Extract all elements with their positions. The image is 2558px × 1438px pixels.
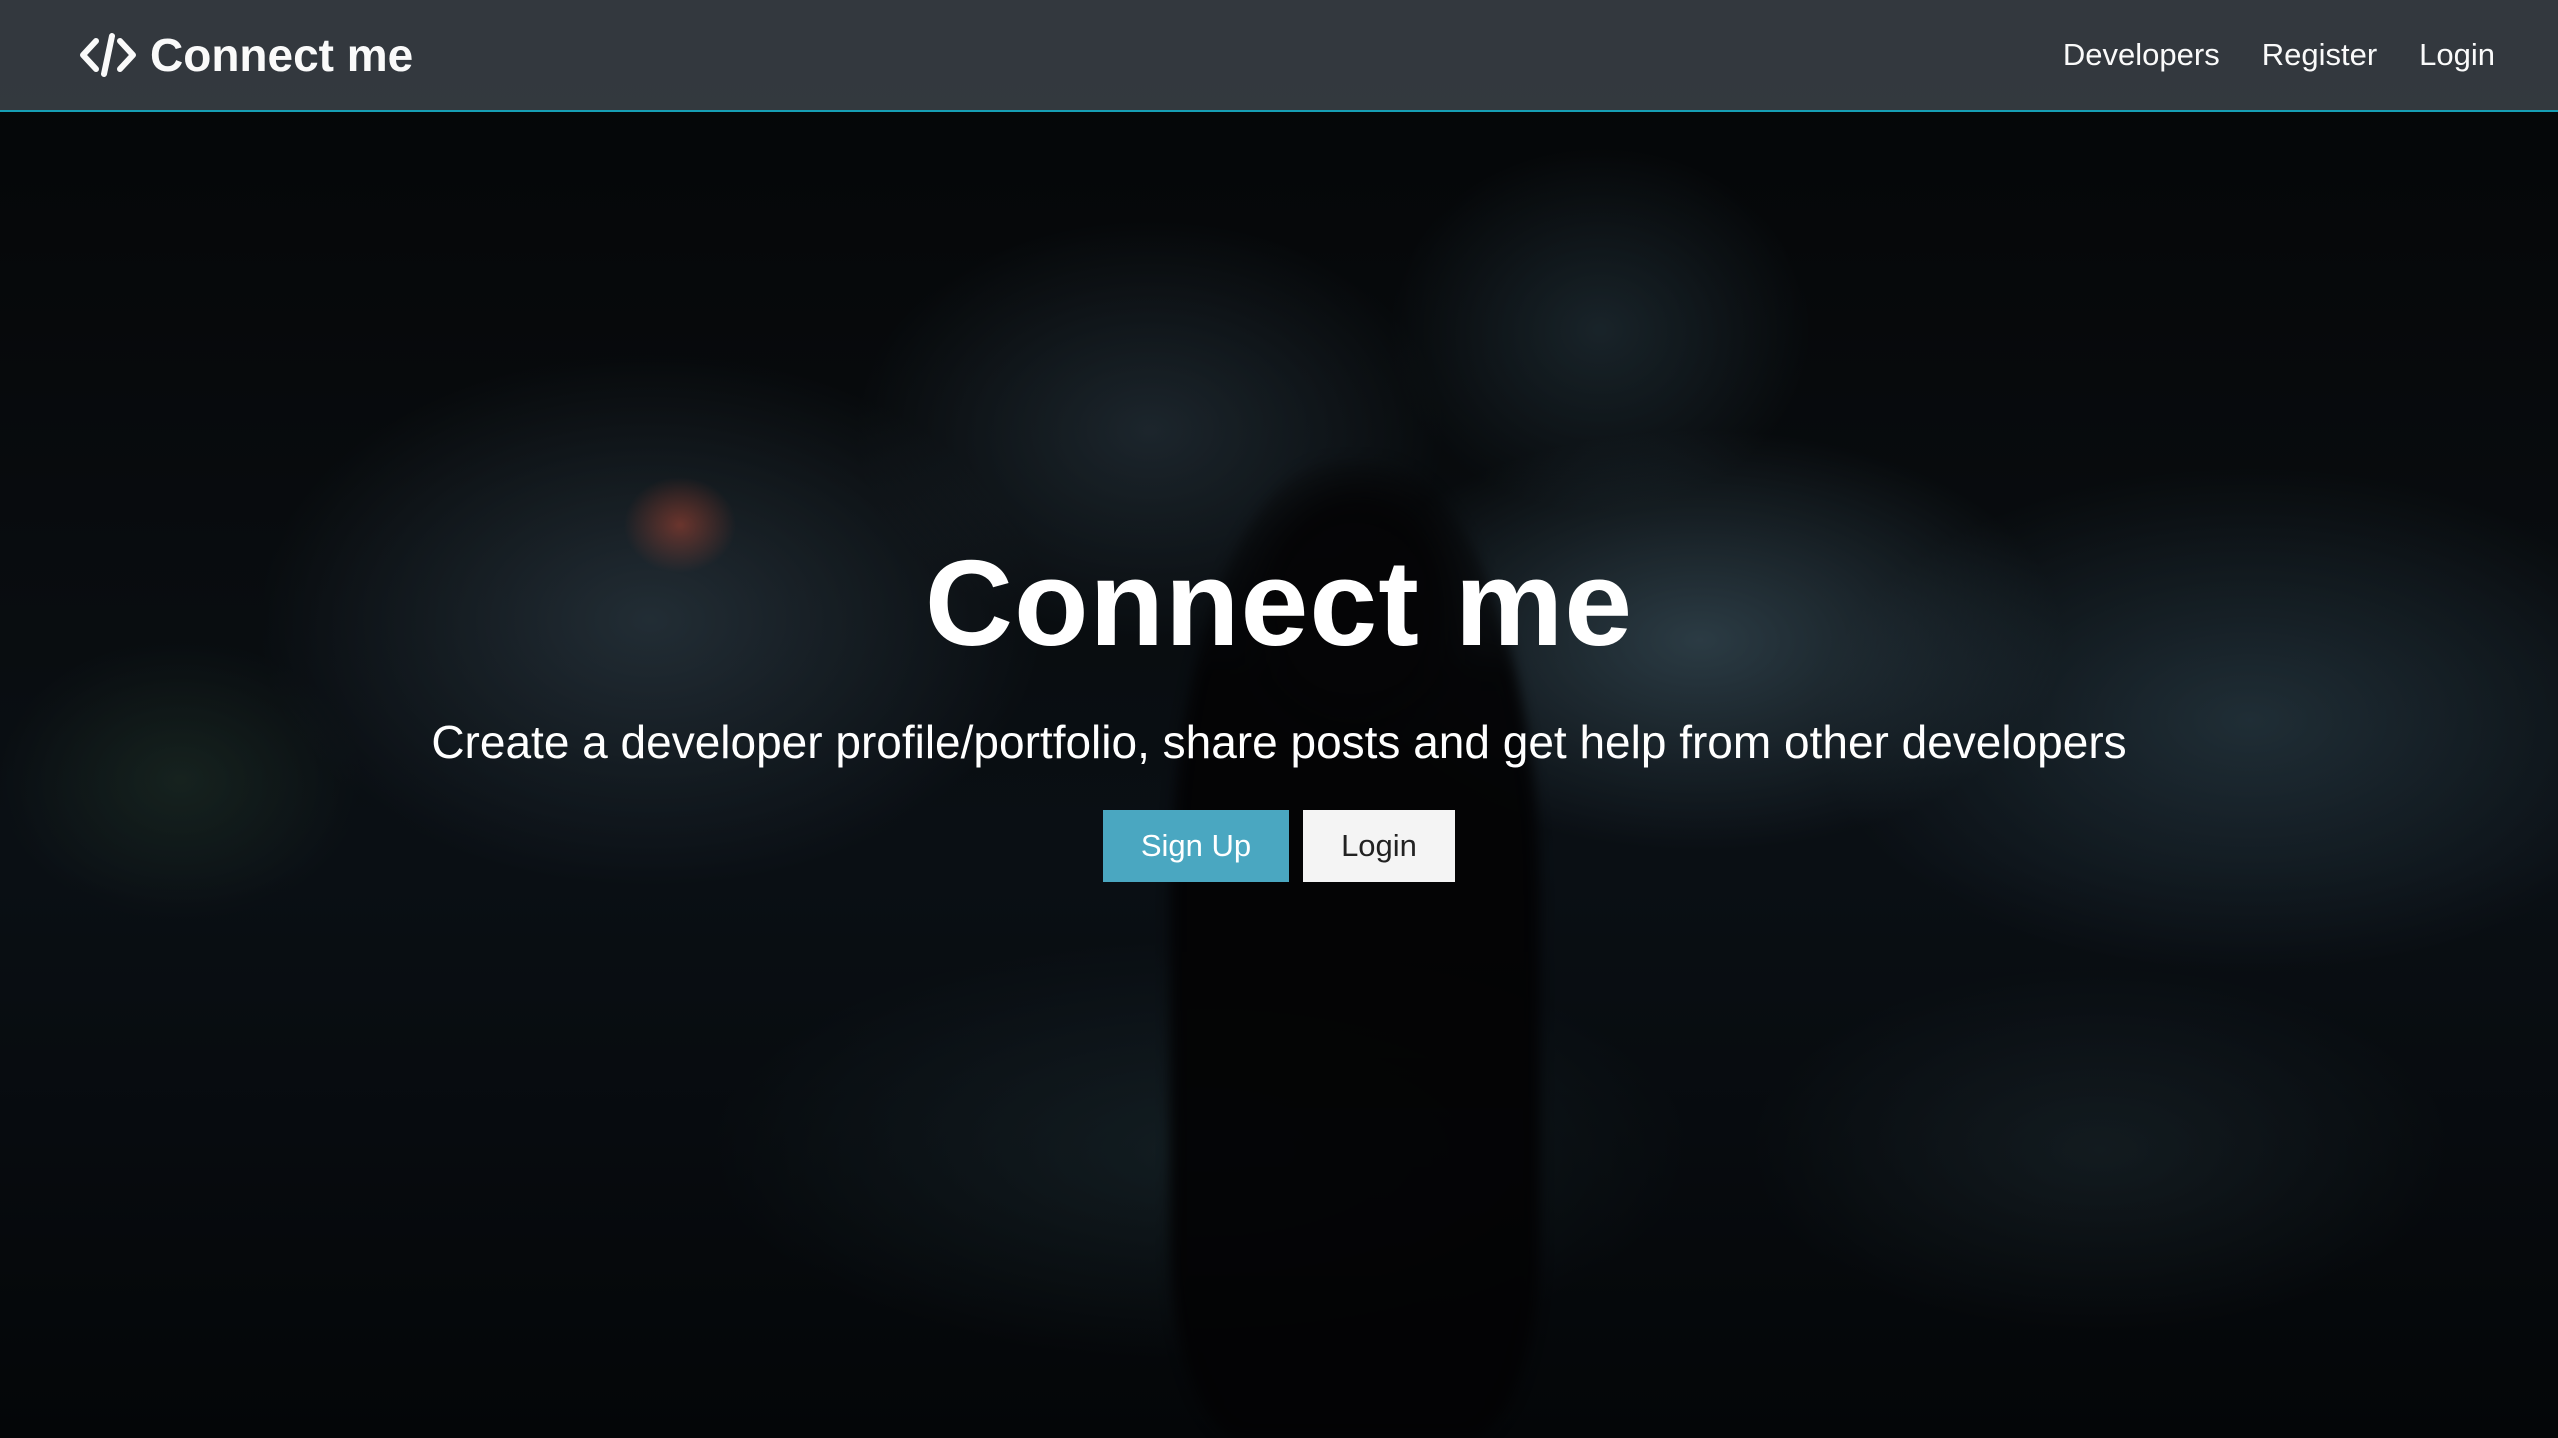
code-icon: [80, 33, 136, 77]
brand-label: Connect me: [150, 29, 414, 81]
hero-buttons: Sign Up Login: [1103, 810, 1455, 882]
nav-links: Developers Register Login: [2063, 37, 2495, 73]
nav-link-developers[interactable]: Developers: [2063, 37, 2220, 73]
brand-link[interactable]: Connect me: [80, 28, 413, 82]
signup-button[interactable]: Sign Up: [1103, 810, 1289, 882]
hero-lead: Create a developer profile/portfolio, sh…: [431, 716, 2127, 768]
nav-link-login[interactable]: Login: [2419, 37, 2495, 73]
landing-page: Connect me Developers Register Login Con…: [0, 0, 2558, 1438]
nav-link-register[interactable]: Register: [2262, 37, 2377, 73]
navbar: Connect me Developers Register Login: [0, 0, 2558, 112]
login-button[interactable]: Login: [1303, 810, 1455, 882]
hero-title: Connect me: [924, 535, 1634, 671]
hero-section: Connect me Create a developer profile/po…: [0, 112, 2558, 1438]
